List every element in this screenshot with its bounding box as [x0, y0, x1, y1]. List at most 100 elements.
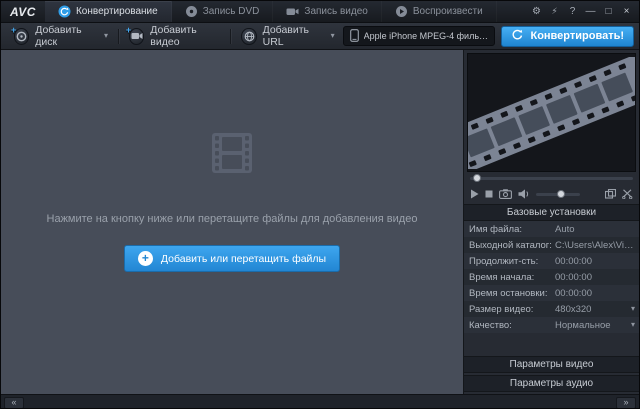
property-value[interactable]: C:\Users\Alex\Videos\A... [555, 240, 639, 251]
double-chevron-right-icon: » [623, 398, 628, 407]
close-button[interactable]: × [618, 4, 635, 19]
seek-thumb[interactable] [473, 174, 481, 182]
convert-circle-icon [511, 28, 524, 44]
title-bar: AVC Конвертирование Запись DVD Запись ви… [1, 1, 639, 23]
globe-icon [241, 28, 256, 45]
minimize-button[interactable]: — [582, 4, 599, 19]
dropdown-caret-icon[interactable]: ▾ [627, 321, 639, 329]
property-value[interactable]: 00:00:00 [555, 272, 639, 283]
basic-settings-header: Базовые установки [464, 204, 639, 221]
plus-badge-icon: + [126, 25, 131, 35]
tab-label: Запись видео [304, 6, 367, 17]
help-icon: ? [570, 6, 576, 17]
device-icon [350, 29, 359, 44]
property-value[interactable]: Нормальное [555, 320, 627, 331]
property-label: Размер видео: [469, 304, 555, 315]
property-label: Имя файла: [469, 224, 555, 235]
tab-convert[interactable]: Конвертирование [45, 1, 172, 22]
window-controls: ⚙ ⚡ ? — □ × [528, 1, 639, 22]
row-video-size[interactable]: Размер видео: 480x320 ▾ [464, 301, 639, 317]
volume-thumb[interactable] [557, 190, 565, 198]
snapshot-button[interactable] [499, 189, 512, 199]
gear-icon: ⚙ [532, 6, 541, 17]
help-button[interactable]: ? [564, 4, 581, 19]
app-logo: AVC [1, 1, 45, 22]
add-video-button[interactable]: + Добавить видео [121, 26, 229, 47]
content: Нажмите на кнопку ниже или перетащите фа… [1, 50, 639, 394]
row-quality[interactable]: Качество: Нормальное ▾ [464, 317, 639, 333]
row-stop-time[interactable]: Время остановки: 00:00:00 [464, 285, 639, 301]
tab-label: Конвертирование [76, 6, 158, 17]
preview-filmstrip-icon [468, 57, 635, 169]
tab-burn-dvd[interactable]: Запись DVD [172, 1, 274, 22]
settings-button[interactable]: ⚙ [528, 4, 545, 19]
add-url-label: Добавить URL [263, 24, 325, 48]
preview-area [467, 53, 636, 172]
app-window: AVC Конвертирование Запись DVD Запись ви… [0, 0, 640, 409]
lightning-icon: ⚡ [551, 6, 557, 17]
volume-slider[interactable] [536, 193, 580, 196]
plus-circle-icon: + [138, 251, 153, 266]
add-files-label: Добавить или перетащить файлы [161, 253, 326, 265]
convert-button[interactable]: Конвертировать! [501, 26, 634, 47]
add-disc-label: Добавить диск [35, 24, 98, 48]
property-value[interactable]: 00:00:00 [555, 288, 639, 299]
dropdown-caret-icon[interactable]: ▾ [627, 305, 639, 313]
camera-icon [286, 5, 299, 18]
seek-bar [464, 172, 639, 184]
property-value: 00:00:00 [555, 256, 639, 267]
row-start-time[interactable]: Время начала: 00:00:00 [464, 269, 639, 285]
audio-options-button[interactable]: Параметры аудио [464, 375, 639, 392]
dvd-icon [185, 5, 198, 18]
add-video-label: Добавить видео [150, 24, 220, 48]
tab-label: Запись DVD [203, 6, 260, 17]
seek-track[interactable] [470, 177, 633, 180]
chevron-down-icon: ▾ [104, 32, 108, 40]
output-format-label: Apple iPhone MPEG-4 фильм (*.mp4) [364, 31, 489, 41]
add-files-button[interactable]: + Добавить или перетащить файлы [124, 245, 340, 272]
property-label: Продолжит-сть: [469, 256, 555, 267]
filmstrip-icon [209, 132, 255, 179]
maximize-button[interactable]: □ [600, 4, 617, 19]
tab-label: Воспроизвести [413, 6, 483, 17]
output-format-select[interactable]: Apple iPhone MPEG-4 фильм (*.mp4) [343, 26, 496, 46]
settings-panel: Базовые установки Имя файла: Auto Выходн… [463, 50, 639, 394]
convert-label: Конвертировать! [530, 30, 624, 42]
tab-record-video[interactable]: Запись видео [273, 1, 381, 22]
property-label: Выходной каталог: [469, 240, 555, 251]
video-drop-area[interactable]: Нажмите на кнопку ниже или перетащите фа… [1, 50, 463, 394]
toolbar-separator [118, 29, 119, 44]
close-icon: × [624, 6, 630, 17]
chevron-down-icon: ▾ [331, 32, 335, 40]
property-value: Auto [555, 224, 639, 235]
add-url-button[interactable]: Добавить URL ▾ [233, 26, 342, 47]
video-options-button[interactable]: Параметры видео [464, 356, 639, 373]
collapse-left-button[interactable]: « [4, 397, 24, 409]
playback-controls [464, 184, 639, 204]
video-icon: + [129, 28, 144, 45]
bottom-bar: « » [1, 394, 639, 409]
collapse-right-button[interactable]: » [616, 397, 636, 409]
maximize-icon: □ [605, 6, 611, 17]
volume-icon[interactable] [518, 189, 530, 199]
double-chevron-left-icon: « [11, 398, 16, 407]
add-disc-button[interactable]: + Добавить диск ▾ [6, 26, 116, 47]
play-button[interactable] [470, 189, 479, 199]
row-output-folder[interactable]: Выходной каталог: C:\Users\Alex\Videos\A… [464, 237, 639, 253]
tab-play[interactable]: Воспроизвести [382, 1, 497, 22]
property-label: Время остановки: [469, 288, 555, 299]
main-tabs: Конвертирование Запись DVD Запись видео … [45, 1, 497, 22]
disc-icon: + [14, 28, 29, 45]
play-circle-icon [395, 5, 408, 18]
property-label: Качество: [469, 320, 555, 331]
tools-button[interactable]: ⚡ [546, 4, 563, 19]
minimize-icon: — [586, 6, 596, 17]
fullscreen-button[interactable] [605, 189, 616, 199]
cut-button[interactable] [622, 189, 633, 199]
stop-button[interactable] [485, 190, 493, 198]
property-label: Время начала: [469, 272, 555, 283]
convert-icon [58, 5, 71, 18]
row-duration: Продолжит-сть: 00:00:00 [464, 253, 639, 269]
property-value[interactable]: 480x320 [555, 304, 627, 315]
drop-hint-text: Нажмите на кнопку ниже или перетащите фа… [47, 213, 418, 225]
